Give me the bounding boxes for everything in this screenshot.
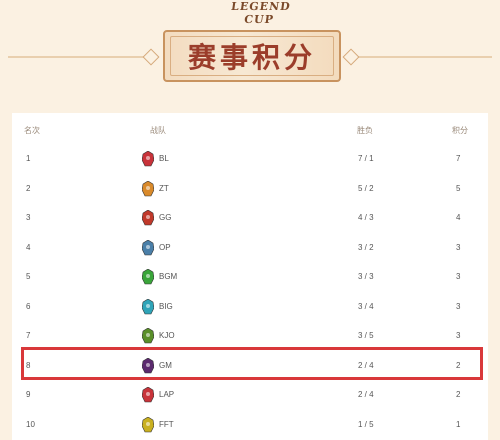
table-row[interactable]: 2 ZT 5 / 2 5	[12, 174, 488, 203]
table-row[interactable]: 3 GG 4 / 3 4	[12, 203, 488, 232]
points-cell: 1	[456, 419, 461, 429]
standings-table: 名次 战队 胜负 积分 1 BL 7 / 1 7 2 ZT 5 / 2 5 3 GG 4 / 344…	[12, 113, 488, 440]
highlighted-row-outline	[21, 347, 483, 380]
table-row[interactable]: 5 BGM 3 / 3 3	[12, 262, 488, 291]
column-header-rank: 名次	[24, 126, 40, 135]
points-cell: 3	[456, 242, 461, 252]
record-cell: 7 / 1	[358, 154, 374, 163]
team-name-cell: ZT	[159, 183, 169, 193]
left-divider	[8, 56, 148, 58]
op-team-logo-icon	[142, 239, 154, 255]
record-cell: 5 / 2	[358, 183, 374, 193]
rank-cell: 4	[26, 242, 31, 252]
table-row[interactable]: 9 LAP 2 / 4 2	[12, 380, 488, 409]
points-cell: 2	[456, 390, 461, 399]
rank-cell: 10	[26, 419, 35, 429]
left-diamond-ornament	[142, 48, 160, 66]
right-divider	[356, 56, 492, 58]
team-name-cell: FFT	[159, 419, 174, 429]
team-name-cell: OP	[159, 242, 171, 252]
record-cell: 3 / 5	[358, 331, 374, 340]
kjo-team-logo-icon	[142, 328, 154, 344]
team-name-cell: BGM	[159, 272, 178, 281]
record-cell: 3 / 4	[358, 301, 374, 311]
column-header-team: 战队	[150, 126, 166, 135]
points-cell: 7	[456, 154, 461, 163]
page-title: 赛事积分	[187, 41, 316, 74]
table-header: 名次 战队 胜负 积分	[12, 113, 488, 143]
gg-team-logo-icon	[142, 210, 154, 226]
title-banner: 赛事积分	[163, 30, 341, 82]
right-diamond-ornament	[342, 48, 360, 66]
record-cell: 4 / 3	[358, 213, 374, 222]
table-row[interactable]: 4 OP 3 / 2 3	[12, 233, 488, 262]
column-header-record: 胜负	[357, 126, 373, 135]
table-row[interactable]: 1 BL 7 / 1 7	[12, 144, 488, 173]
rank-cell: 7	[26, 331, 31, 340]
rank-cell: 9	[26, 390, 31, 399]
fft-team-logo-icon	[142, 416, 154, 432]
bl-team-logo-icon	[142, 151, 154, 167]
legend-cup-logo: LEGEND CUP	[230, 0, 292, 26]
lap-team-logo-icon	[142, 387, 154, 403]
record-cell: 3 / 3	[358, 272, 374, 281]
header-banner-area: LEGEND CUP 赛事积分	[0, 0, 500, 100]
record-cell: 1 / 5	[358, 419, 374, 429]
zt-team-logo-icon	[142, 180, 154, 196]
record-cell: 3 / 2	[358, 242, 374, 252]
team-name-cell: BL	[159, 154, 169, 163]
bgm-team-logo-icon	[142, 269, 154, 285]
points-cell: 3	[456, 272, 461, 281]
table-row[interactable]: 10 FFT 1 / 5 1	[12, 410, 488, 439]
rank-cell: 5	[26, 272, 31, 281]
table-row[interactable]: 7 KJO 3 / 5 3	[12, 321, 488, 350]
team-name-cell: BIG	[159, 301, 173, 311]
team-name-cell: LAP	[159, 390, 175, 399]
points-cell: 5	[456, 183, 461, 193]
rank-cell: 2	[26, 183, 31, 193]
table-row[interactable]: 6 BIG 3 / 4 3	[12, 292, 488, 321]
team-name-cell: GG	[159, 213, 172, 222]
points-cell: 4	[456, 213, 461, 222]
rank-cell: 6	[26, 301, 31, 311]
big-team-logo-icon	[142, 298, 154, 314]
points-cell: 3	[456, 331, 461, 340]
team-name-cell: KJO	[159, 331, 175, 340]
rank-cell: 1	[26, 154, 31, 163]
record-cell: 2 / 4	[358, 390, 374, 399]
column-header-points: 积分	[452, 126, 468, 135]
rank-cell: 3	[26, 213, 31, 222]
points-cell: 3	[456, 301, 461, 311]
